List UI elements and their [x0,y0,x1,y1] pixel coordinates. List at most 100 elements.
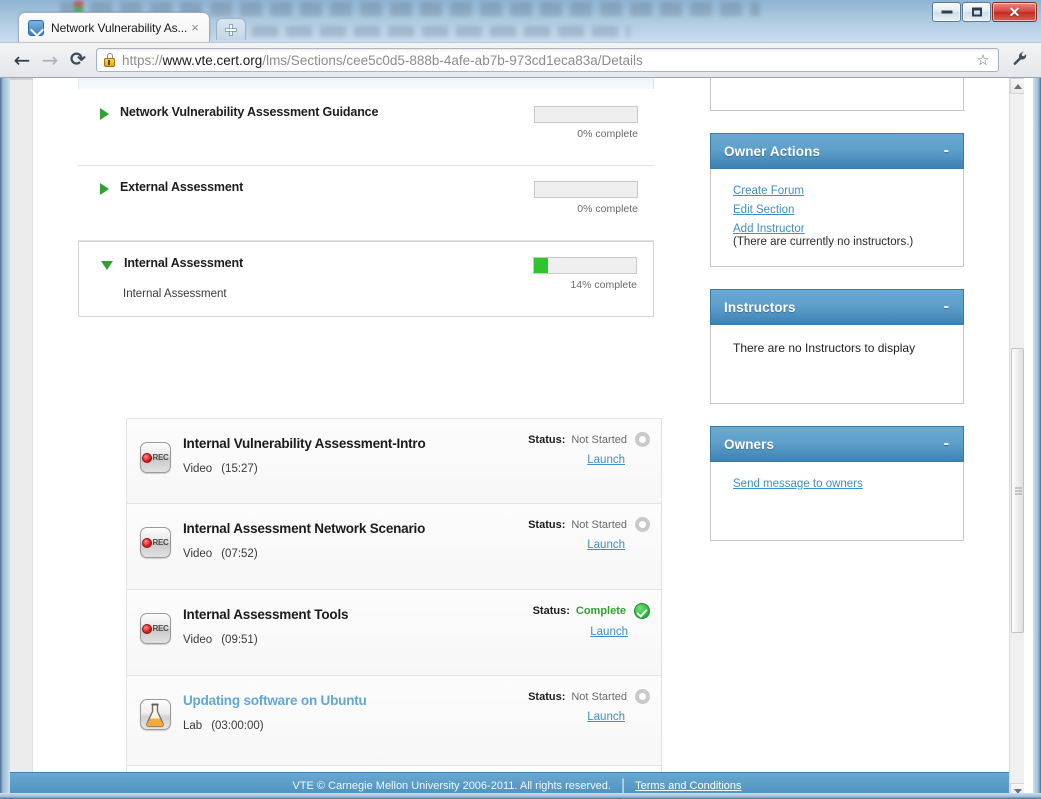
panel-collapse-icon[interactable]: - [942,436,951,452]
wrench-icon [1013,51,1028,69]
address-bar[interactable]: https://www.vte.cert.org/lms/Sections/ce… [96,48,999,72]
page-scrollbar[interactable] [1009,78,1024,799]
launch-link[interactable]: Launch [587,711,625,723]
status-label: Status: [528,518,566,531]
list-item[interactable]: REC Internal Assessment Tools Video (09:5… [126,590,662,676]
expand-triangle-right-icon[interactable] [100,108,109,120]
video-rec-icon: REC [139,613,171,644]
item-type: Video [183,548,213,560]
list-item[interactable]: Updating software on Ubuntu Lab (03:00:00… [126,676,662,766]
section-progress: 14% complete [533,257,637,291]
terms-and-conditions-link[interactable]: Terms and Conditions [635,780,741,792]
panel-body: Send message to owners [710,462,964,541]
browser-tab[interactable]: Network Vulnerability As... × [18,12,210,42]
page-viewport: Network Vulnerability Assessment Guidanc… [0,78,1041,799]
window-right-border [1033,78,1041,799]
panel-instructors: Instructors - There are no Instructors t… [710,289,964,404]
item-status-block: Status: Not Started Launch [490,517,650,553]
section-row[interactable]: Network Vulnerability Assessment Guidanc… [78,91,654,166]
launch-link[interactable]: Launch [587,539,625,551]
section-progress: 0% complete [534,181,638,215]
panel-title: Owner Actions [724,143,821,159]
bookmark-star-icon[interactable]: ☆ [974,53,992,68]
scrollbar-thumb[interactable] [1011,348,1024,633]
reload-button[interactable]: ⟳ [64,46,92,74]
collapse-triangle-down-icon[interactable] [101,261,113,270]
progress-label: 14% complete [570,279,637,291]
forward-button[interactable]: → [36,46,64,74]
panel-collapse-icon[interactable]: - [942,143,951,159]
url-path: /lms/Sections/cee5c0d5-888b-4afe-ab7b-97… [262,52,643,68]
status-not-started-icon [635,432,650,447]
status-label: Status: [528,433,566,446]
copyright-text: VTE © Carnegie Mellon University 2006-20… [292,780,611,792]
send-message-to-owners-link[interactable]: Send message to owners [733,478,949,490]
progress-bar-fill [534,258,549,273]
list-item[interactable]: REC Internal Vulnerability Assessment-In… [126,418,662,504]
panel-body: Create Forum Edit Section Add Instructor… [710,169,964,267]
panel-owner-actions: Owner Actions - Create Forum Edit Sectio… [710,133,964,267]
panel-header[interactable]: Owners - [710,426,964,462]
status-value: Not Started [571,518,627,531]
page-content: Network Vulnerability Assessment Guidanc… [34,78,1009,799]
expand-triangle-right-icon[interactable] [100,183,109,195]
create-forum-link[interactable]: Create Forum [733,185,949,197]
panel-collapse-icon[interactable]: - [942,299,951,315]
video-rec-icon: REC [139,527,171,558]
panel-body: There are no Instructors to display [710,325,964,404]
item-type: Video [183,634,213,646]
status-not-started-icon [635,689,650,704]
section-row-expanded[interactable]: Internal Assessment 14% complete Interna… [78,241,654,317]
item-status-block: Status: Not Started Launch [490,432,650,468]
background-favicon [74,1,83,12]
item-type: Video [183,463,213,475]
scroll-up-arrow-icon [1013,83,1022,89]
status-value: Not Started [571,433,627,446]
status-value: Complete [575,605,626,617]
item-type: Lab [183,720,203,732]
add-instructor-link[interactable]: Add Instructor [733,223,949,235]
window-left-border [0,78,10,799]
edit-section-link[interactable]: Edit Section [733,204,949,216]
status-label: Status: [528,690,566,703]
panel-header[interactable]: Owner Actions - [710,133,964,169]
status-value: Not Started [571,690,627,703]
clipped-panel-sidebar [710,78,964,111]
item-duration: (15:27) [221,463,258,475]
back-button[interactable]: ← [8,46,36,74]
status-label: Status: [532,605,570,617]
right-sidebar: Owner Actions - Create Forum Edit Sectio… [710,78,964,541]
section-row[interactable]: External Assessment 0% complete [78,166,654,241]
window-bottom-border [0,793,1041,799]
chevron-down-favicon-icon [28,19,44,36]
no-instructors-message: There are no Instructors to display [733,341,916,355]
section-list: Network Vulnerability Assessment Guidanc… [78,91,654,317]
tab-close-icon[interactable]: × [187,20,203,36]
launch-link[interactable]: Launch [587,454,625,466]
item-status-block: Status: Not Started Launch [490,689,650,725]
progress-label: 0% complete [577,203,638,215]
tab-strip: Network Vulnerability As... × [0,12,1041,42]
content-item-list: REC Internal Vulnerability Assessment-In… [126,418,662,799]
page-area: Network Vulnerability Assessment Guidanc… [10,78,1024,799]
progress-bar [534,106,638,123]
panel-title: Owners [724,436,775,452]
new-tab-button[interactable] [216,18,246,40]
url-domain: www.vte.cert.org [162,52,263,68]
video-rec-icon: REC [139,442,171,473]
browser-menu-button[interactable] [1007,47,1033,73]
item-duration: (03:00:00) [211,720,264,732]
list-item[interactable]: REC Internal Assessment Network Scenario… [126,504,662,590]
url-text: https://www.vte.cert.org/lms/Sections/ce… [122,53,974,68]
scroll-up-button[interactable] [1010,78,1024,94]
clipped-panel-top [78,78,654,89]
progress-bar [533,257,637,274]
item-status-block: Status: Complete Launch [490,603,650,640]
lab-flask-icon [139,699,171,730]
item-duration: (07:52) [221,548,258,560]
tab-title: Network Vulnerability As... [51,20,187,35]
url-scheme: https:// [122,52,163,68]
panel-header[interactable]: Instructors - [710,289,964,325]
launch-link[interactable]: Launch [590,626,628,638]
progress-bar [534,181,638,198]
